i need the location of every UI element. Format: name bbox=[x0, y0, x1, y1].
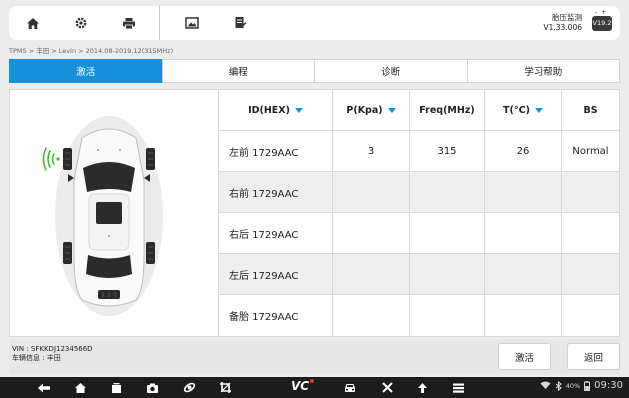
tab-program[interactable]: 编程 bbox=[161, 59, 315, 83]
print-icon[interactable] bbox=[105, 6, 153, 40]
edit-note-icon[interactable] bbox=[216, 6, 264, 40]
tpms-screen: 胎压监测 V1.33.006 V19.2 TPMS > 丰田 > Levin >… bbox=[0, 0, 629, 398]
browser-icon[interactable] bbox=[181, 380, 197, 395]
sensor-table: ID(HEX) P(Kpa) Freq(MHz) T(°C) BS 左前 172… bbox=[219, 90, 619, 336]
cell-frequency bbox=[410, 213, 485, 253]
vehicle-make-text: 车辆信息 : 丰田 bbox=[12, 354, 61, 362]
sort-down-icon bbox=[387, 107, 396, 113]
car-diagram bbox=[10, 90, 219, 336]
col-header-temperature[interactable]: T(°C) bbox=[485, 90, 562, 130]
clock-time: 09:30 bbox=[594, 380, 623, 391]
cell-id: 右后 1729AAC bbox=[219, 213, 333, 253]
tools-icon[interactable] bbox=[379, 380, 395, 395]
system-nav-bar: VC 40% 09:30 bbox=[0, 377, 629, 398]
cell-pressure bbox=[333, 172, 410, 212]
car-top-view-icon bbox=[42, 116, 163, 316]
cell-frequency bbox=[410, 172, 485, 212]
cell-temperature bbox=[485, 213, 562, 253]
toolbar-divider bbox=[159, 6, 160, 40]
vehicle-info: VIN : SFKKDJ1234566D 车辆信息 : 丰田 bbox=[12, 345, 93, 363]
tab-learn-help[interactable]: 学习帮助 bbox=[466, 59, 620, 83]
table-row[interactable]: 备胎 1729AAC bbox=[219, 295, 619, 336]
vci-status-dot bbox=[310, 379, 315, 383]
table-row[interactable]: 左后 1729AAC bbox=[219, 254, 619, 295]
vin-text: VIN : SFKKDJ1234566D bbox=[12, 345, 93, 353]
cell-temperature bbox=[485, 295, 562, 336]
cell-bs bbox=[562, 254, 619, 294]
sort-down-icon bbox=[534, 107, 543, 113]
cell-frequency: 315 bbox=[410, 131, 485, 171]
cell-bs bbox=[562, 213, 619, 253]
main-panel: ID(HEX) P(Kpa) Freq(MHz) T(°C) BS 左前 172… bbox=[9, 89, 620, 337]
table-row[interactable]: 左前 1729AAC 3 315 26 Normal bbox=[219, 131, 619, 172]
cell-temperature bbox=[485, 172, 562, 212]
app-name: 胎压监测 bbox=[552, 13, 582, 22]
cell-pressure bbox=[333, 295, 410, 336]
menu-list-icon[interactable] bbox=[450, 380, 466, 395]
home-icon[interactable] bbox=[9, 6, 57, 40]
table-header-row: ID(HEX) P(Kpa) Freq(MHz) T(°C) BS bbox=[219, 90, 619, 131]
back-button[interactable]: 返回 bbox=[567, 343, 620, 370]
cell-temperature: 26 bbox=[485, 131, 562, 171]
cell-frequency bbox=[410, 254, 485, 294]
upload-arrow-icon[interactable] bbox=[414, 380, 430, 395]
col-header-bs: BS bbox=[583, 104, 598, 116]
battery-icon bbox=[584, 380, 591, 391]
cell-id: 备胎 1729AAC bbox=[219, 295, 333, 336]
recent-apps-icon[interactable] bbox=[108, 380, 124, 395]
cell-bs bbox=[562, 295, 619, 336]
tab-activate[interactable]: 激活 bbox=[9, 59, 163, 83]
cell-id: 右前 1729AAC bbox=[219, 172, 333, 212]
col-header-frequency: Freq(MHz) bbox=[410, 90, 485, 130]
cell-id: 左前 1729AAC bbox=[219, 131, 333, 171]
camera-icon[interactable] bbox=[144, 380, 160, 395]
cell-id: 左后 1729AAC bbox=[219, 254, 333, 294]
status-area: 40% 09:30 bbox=[540, 380, 623, 391]
function-tabs: 激活 编程 诊断 学习帮助 bbox=[9, 59, 620, 83]
table-row[interactable]: 右后 1729AAC bbox=[219, 213, 619, 254]
col-header-pressure[interactable]: P(Kpa) bbox=[333, 90, 410, 130]
sort-down-icon bbox=[294, 107, 303, 113]
col-header-id[interactable]: ID(HEX) bbox=[219, 90, 333, 130]
cell-temperature bbox=[485, 254, 562, 294]
wifi-icon bbox=[540, 381, 551, 389]
cell-frequency bbox=[410, 295, 485, 336]
vci-icon[interactable]: VC bbox=[291, 379, 315, 393]
settings-icon[interactable] bbox=[57, 6, 105, 40]
cell-pressure: 3 bbox=[333, 131, 410, 171]
image-icon[interactable] bbox=[168, 6, 216, 40]
cell-bs: Normal bbox=[572, 145, 609, 157]
app-version: V1.33.006 bbox=[543, 23, 582, 32]
tab-diagnose[interactable]: 诊断 bbox=[314, 59, 468, 83]
cell-pressure bbox=[333, 254, 410, 294]
vehicle-info-bar: VIN : SFKKDJ1234566D 车辆信息 : 丰田 激活 返回 bbox=[9, 339, 620, 374]
app-info: 胎压监测 V1.33.006 bbox=[543, 13, 582, 33]
version-badge-icon[interactable]: V19.2 bbox=[592, 9, 612, 31]
home-icon[interactable] bbox=[72, 380, 88, 395]
activate-button[interactable]: 激活 bbox=[498, 343, 551, 370]
car-icon[interactable] bbox=[342, 380, 358, 395]
cell-pressure bbox=[333, 213, 410, 253]
breadcrumb: TPMS > 丰田 > Levin > 2014.08-2019.12(315M… bbox=[9, 47, 174, 55]
screenshot-crop-icon[interactable] bbox=[217, 380, 233, 395]
cell-bs bbox=[562, 172, 619, 212]
top-toolbar: 胎压监测 V1.33.006 V19.2 bbox=[9, 6, 620, 40]
bluetooth-icon bbox=[555, 380, 562, 391]
back-arrow-icon[interactable] bbox=[36, 380, 52, 395]
battery-percent: 40% bbox=[565, 381, 581, 390]
table-row[interactable]: 右前 1729AAC bbox=[219, 172, 619, 213]
